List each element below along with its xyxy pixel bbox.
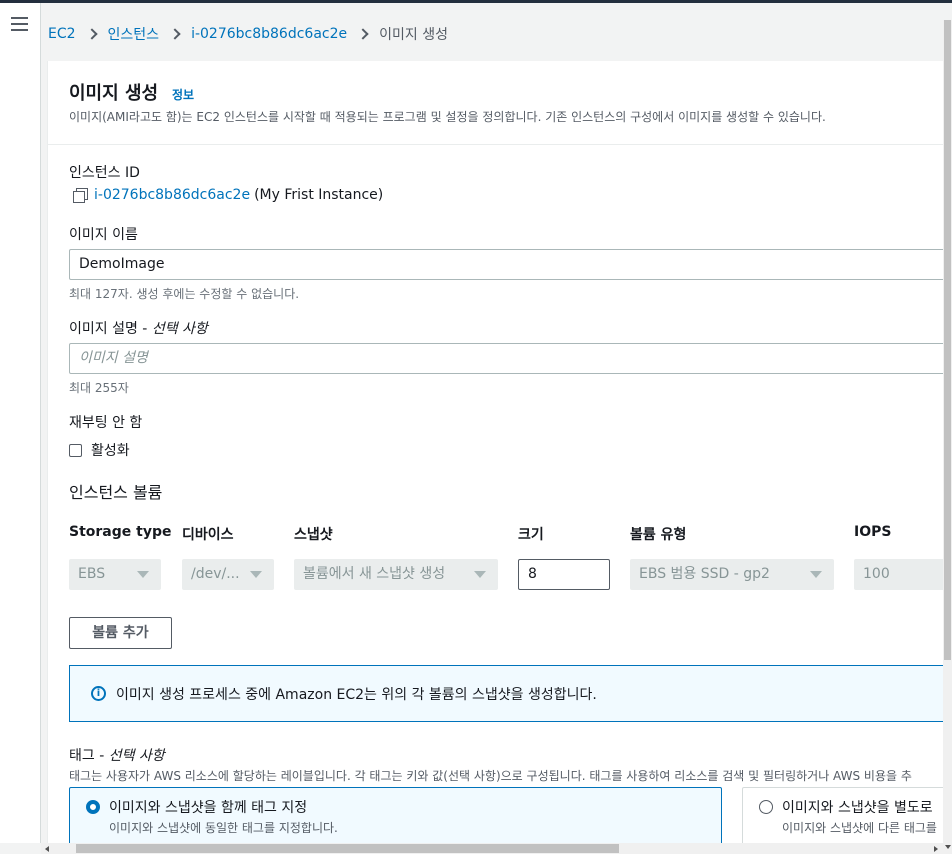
breadcrumb-ec2[interactable]: EC2 bbox=[48, 26, 76, 42]
breadcrumb-instances[interactable]: 인스턴스 bbox=[108, 24, 160, 44]
chevron-right-icon bbox=[357, 28, 369, 40]
column-storage-type: Storage type bbox=[69, 524, 172, 540]
info-icon: i bbox=[91, 686, 106, 701]
instance-volumes-title: 인스턴스 볼륨 bbox=[69, 483, 163, 502]
radio-button[interactable] bbox=[759, 800, 773, 814]
column-snapshot: 스냅샷 bbox=[294, 527, 333, 543]
radio-button-selected[interactable] bbox=[86, 800, 100, 814]
page-title: 이미지 생성 bbox=[69, 83, 159, 104]
chevron-right-icon bbox=[85, 28, 98, 40]
breadcrumb-instance-id[interactable]: i-0276bc8b86dc6ac2e bbox=[191, 26, 347, 42]
top-bar bbox=[0, 0, 952, 3]
volume-type-select[interactable]: EBS 범용 SSD - gp2 bbox=[630, 559, 834, 590]
column-size: 크기 bbox=[518, 527, 544, 543]
iops-input[interactable]: 100 bbox=[854, 559, 952, 590]
no-reboot-checkbox-label[interactable]: 활성화 bbox=[91, 440, 130, 460]
size-input[interactable]: 8 bbox=[518, 559, 610, 590]
snapshot-info-alert: i 이미지 생성 프로세스 중에 Amazon EC2는 위의 각 볼륨의 스냅… bbox=[69, 665, 952, 722]
tag-separately-option[interactable]: 이미지와 스냅샷을 별도로 이미지와 스냅샷에 다른 태그를 bbox=[742, 787, 952, 843]
image-description-placeholder: 이미지 설명 bbox=[79, 350, 148, 366]
image-name-label: 이미지 이름 bbox=[69, 227, 138, 243]
scroll-right-icon[interactable] bbox=[934, 846, 938, 852]
image-description-label: 이미지 설명 - 선택 사항 bbox=[69, 321, 208, 337]
info-link[interactable]: 정보 bbox=[172, 86, 194, 103]
left-nav-rail bbox=[0, 3, 41, 843]
menu-icon[interactable] bbox=[11, 17, 28, 33]
storage-type-select[interactable]: EBS bbox=[69, 559, 161, 590]
snapshot-select[interactable]: 볼륨에서 새 스냅샷 생성 bbox=[294, 559, 498, 590]
caret-down-icon bbox=[474, 571, 486, 578]
no-reboot-label: 재부팅 안 함 bbox=[69, 415, 143, 431]
no-reboot-row: 활성화 bbox=[69, 440, 130, 460]
tag-together-title: 이미지와 스냅샷을 함께 태그 지정 bbox=[109, 800, 308, 816]
no-reboot-checkbox[interactable] bbox=[69, 443, 82, 457]
horizontal-scrollbar[interactable] bbox=[41, 843, 952, 854]
create-image-form: 이미지 생성 정보 이미지(AMI라고도 함)는 EC2 인스턴스를 시작할 때… bbox=[47, 61, 952, 843]
column-device: 디바이스 bbox=[182, 527, 234, 543]
column-iops: IOPS bbox=[854, 524, 892, 540]
page-description: 이미지(AMI라고도 함)는 EC2 인스턴스를 시작할 때 적용되는 프로그램… bbox=[69, 110, 826, 124]
instance-id-label: 인스턴스 ID bbox=[69, 165, 140, 181]
alert-text: 이미지 생성 프로세스 중에 Amazon EC2는 위의 각 볼륨의 스냅샷을… bbox=[116, 686, 597, 703]
tag-separately-title: 이미지와 스냅샷을 별도로 bbox=[782, 800, 933, 816]
tag-together-option[interactable]: 이미지와 스냅샷을 함께 태그 지정 이미지와 스냅샷에 동일한 태그를 지정합… bbox=[69, 787, 722, 843]
breadcrumb-current: 이미지 생성 bbox=[379, 27, 448, 43]
caret-down-icon bbox=[137, 571, 149, 578]
tag-together-desc: 이미지와 스냅샷에 동일한 태그를 지정합니다. bbox=[109, 821, 338, 835]
breadcrumb: EC2 인스턴스 i-0276bc8b86dc6ac2e 이미지 생성 bbox=[48, 24, 448, 44]
tags-label: 태그 - 선택 사항 bbox=[69, 748, 165, 764]
tags-description: 태그는 사용자가 AWS 리소스에 할당하는 레이블입니다. 각 태그는 키와 … bbox=[69, 769, 912, 783]
image-description-hint: 최대 255자 bbox=[69, 381, 129, 395]
chevron-right-icon bbox=[169, 28, 181, 40]
copy-icon[interactable] bbox=[72, 187, 88, 203]
horizontal-scrollbar-thumb[interactable] bbox=[76, 844, 619, 853]
caret-down-icon bbox=[810, 571, 822, 578]
device-select[interactable]: /dev/... bbox=[182, 559, 274, 590]
instance-id-link[interactable]: i-0276bc8b86dc6ac2e bbox=[94, 187, 250, 203]
vertical-scrollbar-thumb[interactable] bbox=[944, 20, 951, 660]
scroll-left-icon[interactable] bbox=[45, 846, 49, 852]
column-volume-type: 볼륨 유형 bbox=[630, 527, 687, 543]
add-volume-button[interactable]: 볼륨 추가 bbox=[69, 617, 172, 649]
form-header: 이미지 생성 정보 이미지(AMI라고도 함)는 EC2 인스턴스를 시작할 때… bbox=[48, 61, 952, 145]
vertical-scrollbar[interactable] bbox=[943, 20, 952, 843]
image-name-input[interactable]: DemoImage bbox=[69, 249, 952, 280]
instance-name: (My Frist Instance) bbox=[254, 187, 384, 203]
caret-down-icon bbox=[250, 571, 262, 578]
instance-id-row: i-0276bc8b86dc6ac2e (My Frist Instance) bbox=[72, 187, 383, 203]
image-description-input[interactable]: 이미지 설명 bbox=[69, 343, 952, 374]
image-name-hint: 최대 127자. 생성 후에는 수정할 수 없습니다. bbox=[69, 287, 300, 301]
tag-separately-desc: 이미지와 스냅샷에 다른 태그를 bbox=[782, 821, 937, 835]
scroll-down-icon[interactable] bbox=[945, 845, 951, 849]
